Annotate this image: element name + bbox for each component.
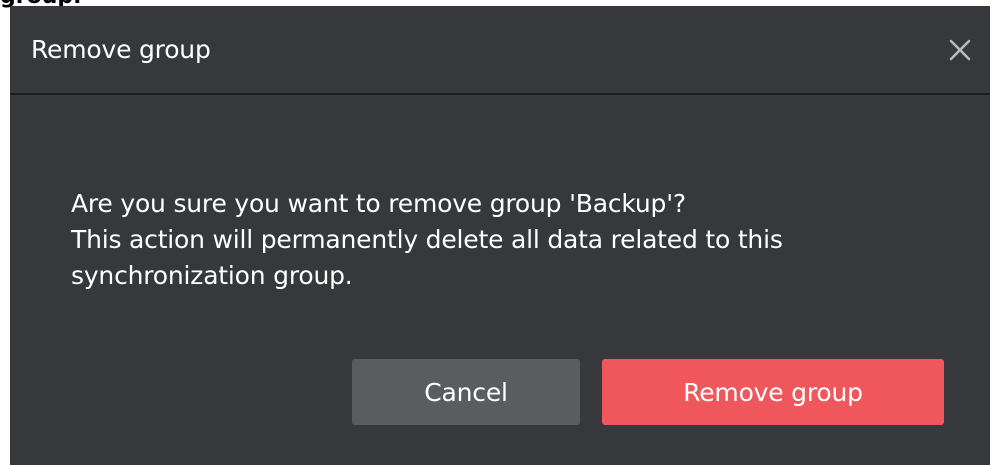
dialog-header: Remove group xyxy=(10,6,990,95)
cancel-button[interactable]: Cancel xyxy=(352,359,580,425)
close-button[interactable] xyxy=(942,32,978,68)
dialog-title: Remove group xyxy=(31,35,211,64)
close-icon xyxy=(949,39,971,61)
message-line-warning: This action will permanently delete all … xyxy=(71,225,783,290)
dialog-message: Are you sure you want to remove group 'B… xyxy=(71,186,951,294)
message-line-confirm: Are you sure you want to remove group 'B… xyxy=(71,189,686,218)
remove-group-dialog: Remove group Are you sure you want to re… xyxy=(10,6,990,465)
remove-group-button-label: Remove group xyxy=(683,377,863,407)
remove-group-button[interactable]: Remove group xyxy=(602,359,944,425)
cancel-button-label: Cancel xyxy=(424,377,508,407)
